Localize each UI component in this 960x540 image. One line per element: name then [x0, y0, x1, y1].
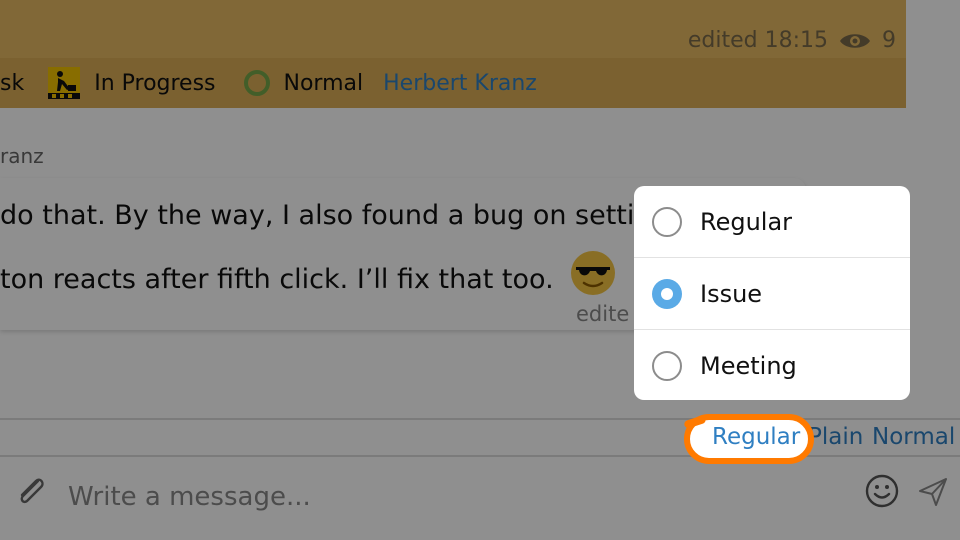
menu-option-issue[interactable]: Issue [634, 258, 910, 330]
radio-button[interactable] [652, 206, 682, 237]
message-type-menu: Regular Issue Meeting [634, 186, 910, 400]
menu-option-label: Issue [700, 279, 763, 308]
menu-option-label: Regular [700, 207, 793, 236]
menu-option-meeting[interactable]: Meeting [634, 330, 910, 400]
menu-option-regular[interactable]: Regular [634, 186, 910, 258]
menu-option-label: Meeting [700, 351, 797, 380]
message-type-selector-active[interactable]: Regular [712, 424, 800, 450]
radio-button[interactable] [652, 350, 682, 381]
radio-button[interactable] [652, 278, 682, 309]
